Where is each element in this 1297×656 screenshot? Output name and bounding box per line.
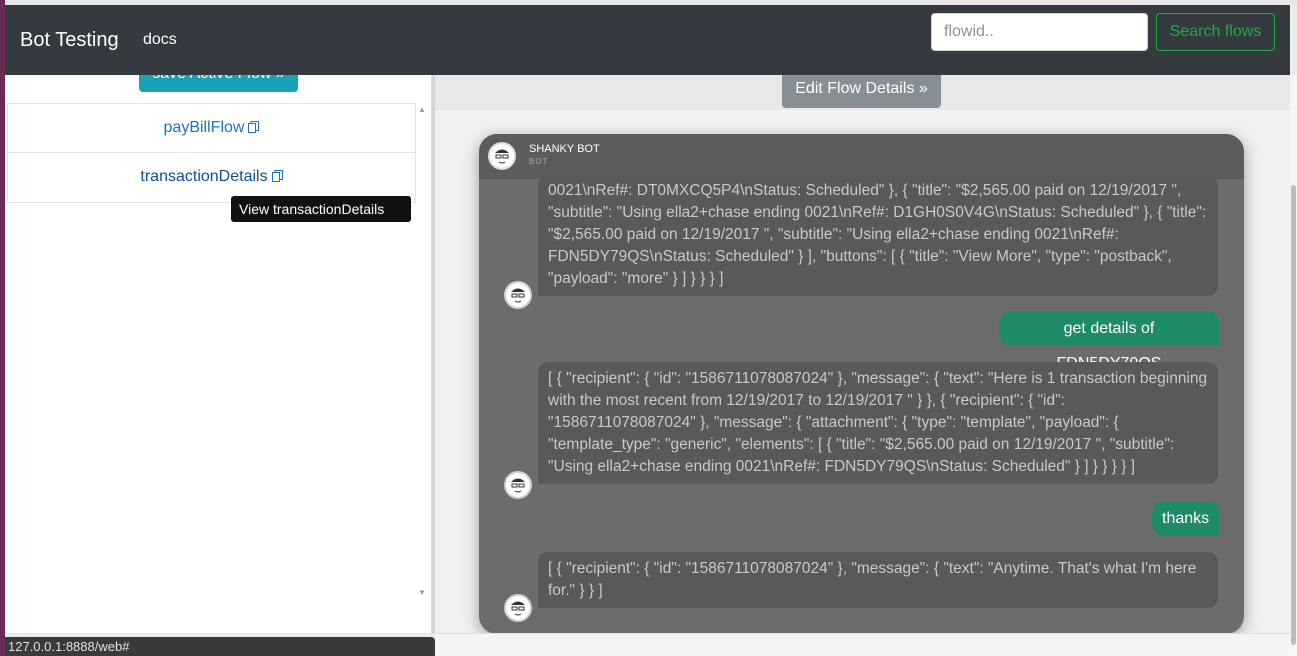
edit-flow-details-button[interactable]: Edit Flow Details » [782, 70, 941, 108]
bot-face-icon [511, 478, 525, 493]
scroll-down-arrow-icon[interactable]: ▼ [418, 588, 426, 597]
search-flows-button[interactable]: Search flows [1156, 13, 1275, 51]
flow-item-label: transactionDetails [140, 168, 268, 185]
user-message: get details of FDN5DY79QS [999, 311, 1219, 372]
bot-avatar [488, 142, 516, 170]
brand-link[interactable]: Bot Testing [20, 29, 119, 52]
page-scrollbar[interactable] [1290, 75, 1297, 656]
bot-name: SHANKY BOT [529, 143, 600, 155]
flowid-search-input[interactable] [931, 13, 1148, 51]
bot-message-text: 0021\nRef#: DT0MXCQ5P4\nStatus: Schedule… [548, 182, 1207, 287]
chat-window: SHANKY BOT BOT 0021\nRef#: DT0MXCQ5P4\nS… [479, 134, 1244, 634]
flow-sidebar: save Active Flow » payBillFlow transacti… [5, 65, 432, 633]
flow-item-label: payBillFlow [163, 119, 245, 136]
bot-avatar [504, 281, 532, 309]
docs-link[interactable]: docs [143, 31, 177, 49]
chat-header: SHANKY BOT BOT [479, 134, 1244, 179]
page-bottom [435, 633, 1290, 656]
bot-subtitle: BOT [529, 157, 549, 166]
user-message: thanks [1152, 501, 1219, 536]
bot-face-icon [511, 288, 525, 303]
bot-message: 0021\nRef#: DT0MXCQ5P4\nStatus: Schedule… [538, 175, 1218, 296]
tooltip: View transactionDetails [231, 196, 411, 222]
browser-status-bar: 127.0.0.1:8888/web# [5, 637, 435, 656]
detail-toolbar: Edit Flow Details » [435, 70, 1290, 110]
bot-avatar [504, 471, 532, 499]
bot-face-icon [511, 601, 525, 616]
flow-item-paybillflow[interactable]: payBillFlow [8, 104, 415, 153]
bot-avatar [504, 594, 532, 622]
bot-face-icon [495, 149, 509, 164]
bot-message: [ { "recipient": { "id": "15867110780870… [538, 362, 1218, 484]
bot-message: [ { "recipient": { "id": "15867110780870… [538, 552, 1218, 608]
flow-list: payBillFlow transactionDetails [7, 103, 416, 203]
copy-icon[interactable] [271, 170, 283, 182]
scrollbar-thumb[interactable] [1291, 185, 1296, 645]
navbar: Bot Testing docs Search flows [5, 5, 1290, 75]
scroll-up-arrow-icon[interactable]: ▲ [418, 105, 426, 114]
copy-icon[interactable] [248, 121, 260, 133]
flow-item-transactiondetails[interactable]: transactionDetails [8, 153, 415, 202]
